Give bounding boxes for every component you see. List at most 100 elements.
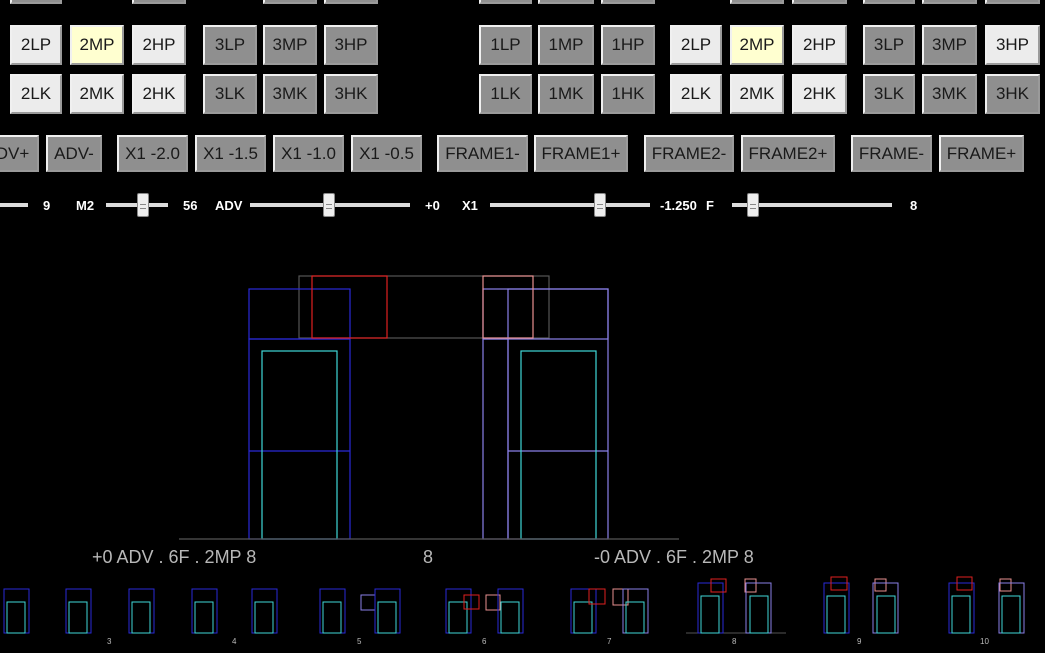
m2-value: 56 [183, 198, 198, 213]
button-2lp-p2[interactable]: 2LP [670, 25, 722, 65]
timeline-frame [3, 588, 30, 634]
button-2lk-p2[interactable]: 2LK [670, 74, 722, 114]
center-frame-caption: 8 [423, 547, 434, 567]
adv-slider[interactable] [250, 193, 410, 217]
timeline-frame [570, 588, 649, 634]
timeline-frame [445, 588, 524, 634]
frame2-plus-button[interactable]: FRAME2+ [741, 135, 835, 172]
timeline-frame-number: 4 [232, 637, 237, 646]
slider-thumb[interactable] [137, 193, 149, 217]
button-3mp-p1[interactable]: 3MP [263, 25, 317, 65]
p2-hurtbox-head [482, 288, 609, 340]
timeline-frame-number: 7 [607, 637, 612, 646]
button-2hp-p2[interactable]: 2HP [792, 25, 847, 65]
button-2mp-p2[interactable]: 2MP [730, 25, 784, 65]
x1-minus-1-5-button[interactable]: X1 -1.5 [195, 135, 266, 172]
adv-plus-button[interactable]: DV+ [0, 135, 39, 172]
x1-slider[interactable] [490, 193, 650, 217]
grab-box [298, 275, 550, 339]
timeline-frame-number: 3 [107, 637, 112, 646]
p1-hurtbox-head [248, 288, 351, 340]
button-2mp-p1[interactable]: 2MP [70, 25, 124, 65]
timeline [3, 576, 1025, 634]
button-3lk-p1[interactable]: 3LK [203, 74, 257, 114]
x1-minus-0-5-button[interactable]: X1 -0.5 [351, 135, 422, 172]
clipped-button[interactable] [985, 0, 1040, 4]
slider-thumb[interactable] [747, 193, 759, 217]
frame1-minus-button[interactable]: FRAME1- [437, 135, 528, 172]
button-2hk-p1[interactable]: 2HK [132, 74, 186, 114]
button-2mk-p2[interactable]: 2MK [730, 74, 784, 114]
button-1hk-p2[interactable]: 1HK [601, 74, 655, 114]
button-3mk-p1[interactable]: 3MK [263, 74, 317, 114]
adv-value: +0 [425, 198, 440, 213]
clipped-button[interactable] [922, 0, 977, 4]
button-2lp-p1[interactable]: 2LP [10, 25, 62, 65]
button-3lp-p2[interactable]: 3LP [863, 25, 915, 65]
frame1-plus-button[interactable]: FRAME1+ [534, 135, 628, 172]
slider-thumb[interactable] [594, 193, 606, 217]
button-2mk-p1[interactable]: 2MK [70, 74, 124, 114]
button-1hp-p2[interactable]: 1HP [601, 25, 655, 65]
p1-pushbox [261, 350, 338, 540]
clipped-button[interactable] [601, 0, 655, 4]
adv-minus-button[interactable]: ADV- [46, 135, 102, 172]
button-1mk-p2[interactable]: 1MK [538, 74, 594, 114]
button-3mk-p2[interactable]: 3MK [922, 74, 977, 114]
timeline-frame-number: 6 [482, 637, 487, 646]
button-3hk-p2[interactable]: 3HK [985, 74, 1040, 114]
x1-minus-2-0-button[interactable]: X1 -2.0 [117, 135, 188, 172]
frame-minus-button[interactable]: FRAME- [851, 135, 932, 172]
clipped-button[interactable] [132, 0, 186, 4]
timeline-frame [686, 578, 786, 634]
clipped-button[interactable] [263, 0, 317, 4]
button-3mp-p2[interactable]: 3MP [922, 25, 977, 65]
button-3lp-p1[interactable]: 3LP [203, 25, 257, 65]
p2-pushbox [520, 350, 597, 540]
first-slider-value: 9 [43, 198, 51, 213]
button-1mp-p2[interactable]: 1MP [538, 25, 594, 65]
p2-hitbox [482, 275, 534, 339]
m2-label: M2 [76, 198, 95, 213]
button-3lk-p2[interactable]: 3LK [863, 74, 915, 114]
clipped-button[interactable] [479, 0, 532, 4]
x1-label: X1 [462, 198, 478, 213]
p1-hurtbox-body [248, 338, 351, 540]
frame2-minus-button[interactable]: FRAME2- [644, 135, 734, 172]
timeline-frame-number: 8 [732, 637, 737, 646]
button-1lp-p2[interactable]: 1LP [479, 25, 532, 65]
button-3hp-p1[interactable]: 3HP [324, 25, 378, 65]
f-label: F [706, 198, 714, 213]
button-3hk-p1[interactable]: 3HK [324, 74, 378, 114]
frame-plus-button[interactable]: FRAME+ [939, 135, 1024, 172]
f-slider[interactable] [732, 193, 892, 217]
clipped-button[interactable] [730, 0, 784, 4]
timeline-frame [948, 576, 1025, 634]
m2-slider[interactable] [106, 193, 168, 217]
button-1lk-p2[interactable]: 1LK [479, 74, 532, 114]
timeline-frame-number: 5 [357, 637, 362, 646]
slider-thumb[interactable] [323, 193, 335, 217]
button-2lk-p1[interactable]: 2LK [10, 74, 62, 114]
clipped-button-row [0, 0, 1045, 4]
adv-label: ADV [215, 198, 243, 213]
slider-track[interactable] [490, 203, 650, 207]
button-3hp-p2[interactable]: 3HP [985, 25, 1040, 65]
p2-hurtbox-body [482, 338, 509, 540]
button-2hk-p2[interactable]: 2HK [792, 74, 847, 114]
clipped-button[interactable] [792, 0, 847, 4]
timeline-frame-number: 10 [980, 637, 989, 646]
first-slider[interactable] [0, 193, 30, 217]
timeline-frame [823, 576, 899, 634]
timeline-frame [128, 588, 155, 634]
button-2hp-p1[interactable]: 2HP [132, 25, 186, 65]
clipped-button[interactable] [10, 0, 62, 4]
clipped-button[interactable] [538, 0, 594, 4]
clipped-button[interactable] [324, 0, 378, 4]
clipped-button[interactable] [863, 0, 915, 4]
slider-track[interactable] [0, 203, 28, 207]
f-value: 8 [910, 198, 918, 213]
x1-minus-1-0-button[interactable]: X1 -1.0 [273, 135, 344, 172]
p2-caption: -0 ADV . 6F . 2MP 8 [594, 547, 754, 567]
p1-caption: +0 ADV . 6F . 2MP 8 [92, 547, 257, 567]
